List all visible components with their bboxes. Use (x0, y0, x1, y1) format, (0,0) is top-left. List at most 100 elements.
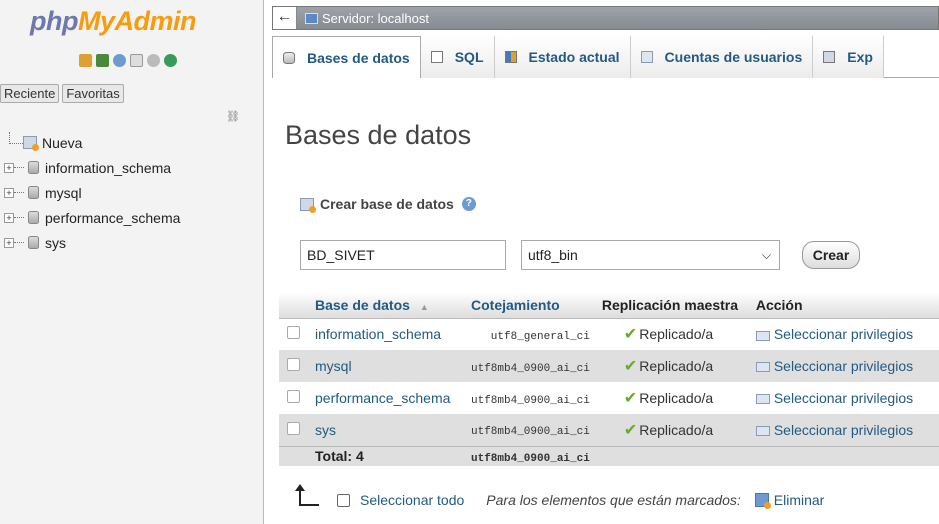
navigation-panel: phpMyAdmin Reciente Favoritas ⛓ Nueva + … (0, 0, 264, 524)
header-database[interactable]: Base de datos ▲ (313, 292, 469, 319)
header-collation[interactable]: Cotejamiento (469, 292, 600, 319)
check-icon: ✔ (623, 358, 638, 375)
tab-user-accounts[interactable]: Cuentas de usuarios (630, 36, 814, 78)
tree-connector (9, 131, 23, 144)
header-action: Acción (753, 292, 939, 319)
help-icon[interactable] (113, 53, 126, 67)
replication-status: Replicado/a (639, 421, 714, 438)
select-all-label[interactable]: Seleccionar todo (360, 492, 464, 508)
logout-icon[interactable] (96, 53, 109, 67)
new-database-icon (300, 197, 316, 213)
table-total-row: Total: 4 utf8mb4_0900_ai_ci (279, 445, 939, 466)
create-button[interactable]: Crear (802, 241, 860, 269)
nav-tabs: Reciente Favoritas (0, 84, 124, 103)
arrow-up-icon (295, 484, 319, 506)
home-icon[interactable] (79, 53, 92, 67)
row-checkbox[interactable] (287, 358, 300, 371)
settings-icon[interactable] (147, 53, 160, 67)
page-title: Bases de datos (285, 120, 472, 150)
collation-select[interactable]: utf8_bin ⌵ (521, 240, 780, 270)
back-arrow-icon[interactable]: ← (273, 7, 297, 29)
expand-icon[interactable]: + (4, 187, 14, 198)
check-privileges-link[interactable]: Seleccionar privilegios (774, 326, 913, 342)
status-icon (504, 51, 517, 63)
table-row: information_schema utf8_general_ci ✔ Repl… (279, 318, 939, 350)
check-privileges-link[interactable]: Seleccionar privilegios (774, 358, 913, 374)
database-link[interactable]: mysql (315, 358, 352, 374)
tree-item-label: performance_schema (45, 209, 181, 226)
header-replication: Replicación maestra (599, 292, 754, 319)
check-icon: ✔ (623, 390, 638, 407)
privileges-icon (755, 394, 770, 405)
tab-recent[interactable]: Reciente (0, 84, 60, 103)
chevron-down-icon: ⌵ (761, 247, 771, 262)
database-icon (283, 51, 295, 64)
help-icon[interactable]: ? (461, 197, 476, 211)
sql-icon (430, 51, 443, 63)
privileges-icon (755, 426, 770, 437)
expand-icon[interactable]: + (4, 162, 14, 173)
link-icon[interactable]: ⛓ (226, 110, 240, 123)
privileges-icon (755, 330, 770, 341)
collation-value: utf8mb4_0900_ai_ci (471, 362, 590, 375)
with-selected-label: Para los elementos que están marcados: (486, 492, 741, 508)
table-header-row: Base de datos ▲ Cotejamiento Replicación… (279, 292, 939, 319)
tree-item-label: Nueva (42, 134, 83, 151)
logo-php: php (30, 6, 78, 36)
tab-label: Bases de datos (307, 49, 410, 66)
tree-connector (14, 192, 24, 193)
drop-database-icon[interactable] (754, 493, 771, 509)
tree-item-label: information_schema (45, 159, 172, 176)
table-row: performance_schema utf8mb4_0900_ai_ci ✔ R… (279, 382, 939, 414)
row-checkbox[interactable] (287, 421, 300, 435)
nav-icon-bar (79, 52, 177, 68)
database-link[interactable]: performance_schema (315, 390, 450, 406)
replication-status: Replicado/a (639, 326, 714, 343)
tree-item-information-schema[interactable]: + information_schema (0, 155, 180, 180)
collation-value: utf8_general_ci (490, 330, 590, 343)
row-checkbox[interactable] (287, 326, 300, 340)
database-tree: Nueva + information_schema + mysql + per… (0, 130, 180, 255)
server-breadcrumb-bar: ← Servidor: localhost (272, 6, 939, 30)
tab-sql[interactable]: SQL (420, 36, 495, 78)
tab-label: Cuentas de usuarios (664, 49, 803, 65)
row-checkbox[interactable] (287, 390, 300, 403)
tab-label: Exp (847, 49, 873, 65)
tab-status[interactable]: Estado actual (494, 36, 631, 78)
tab-label: SQL (454, 49, 484, 65)
check-icon: ✔ (623, 421, 638, 439)
header-database-label: Base de datos (315, 296, 410, 313)
expand-icon[interactable]: + (4, 212, 14, 223)
tree-item-new[interactable]: Nueva (0, 130, 180, 155)
reload-icon[interactable] (164, 53, 177, 67)
database-icon (28, 186, 39, 199)
phpmyadmin-logo[interactable]: phpMyAdmin (30, 6, 196, 37)
docs-icon[interactable] (130, 53, 143, 67)
total-label: Total: 4 (315, 448, 364, 465)
create-database-header: Crear base de datos ? (300, 196, 476, 213)
database-name-input[interactable] (300, 240, 506, 270)
tab-label: Estado actual (528, 49, 620, 65)
tree-connector (14, 217, 24, 218)
database-link[interactable]: sys (315, 422, 336, 438)
select-all-checkbox[interactable] (337, 493, 350, 507)
server-breadcrumb[interactable]: Servidor: localhost (322, 11, 429, 26)
check-privileges-link[interactable]: Seleccionar privilegios (774, 390, 913, 406)
tree-item-performance-schema[interactable]: + performance_schema (0, 205, 180, 230)
database-icon (28, 211, 39, 224)
replication-status: Replicado/a (639, 390, 714, 406)
tree-item-sys[interactable]: + sys (0, 230, 180, 255)
tree-connector (14, 242, 24, 243)
collation-value: utf8mb4_0900_ai_ci (471, 394, 590, 407)
expand-icon[interactable]: + (4, 237, 14, 248)
header-checkbox-col (279, 292, 313, 319)
tab-favorites[interactable]: Favoritas (62, 84, 124, 103)
drop-database-button[interactable]: Eliminar (774, 492, 825, 508)
database-icon (28, 236, 39, 249)
tree-item-mysql[interactable]: + mysql (0, 180, 180, 205)
database-link[interactable]: information_schema (315, 326, 441, 342)
check-privileges-link[interactable]: Seleccionar privilegios (774, 422, 913, 438)
tab-databases[interactable]: Bases de datos (272, 36, 421, 78)
tab-export[interactable]: Exp (813, 36, 884, 78)
database-icon (28, 161, 39, 174)
